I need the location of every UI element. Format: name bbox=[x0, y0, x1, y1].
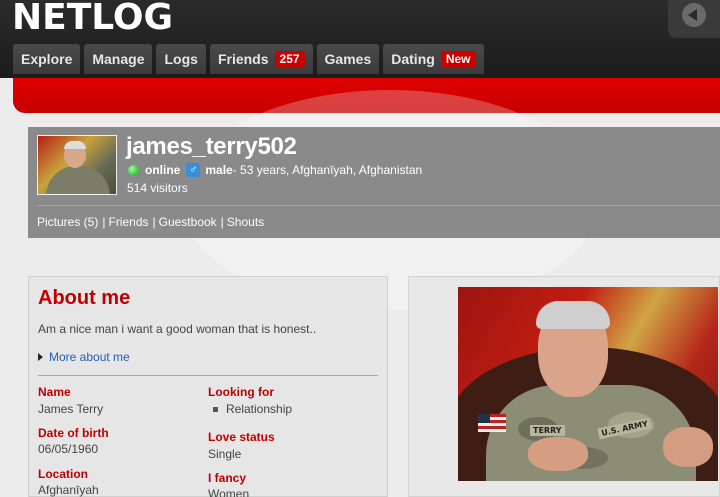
photo-hand bbox=[528, 437, 588, 471]
online-status-icon bbox=[128, 164, 139, 176]
gender-label: male bbox=[205, 163, 233, 177]
divider bbox=[38, 375, 378, 376]
about-me-text: Am a nice man i want a good woman that i… bbox=[38, 322, 317, 336]
link-separator: | bbox=[220, 215, 224, 229]
looking-for-label: Looking for bbox=[208, 385, 274, 399]
friends-link[interactable]: Friends bbox=[108, 215, 148, 229]
name-value: James Terry bbox=[38, 402, 104, 416]
location-label: Location bbox=[38, 467, 88, 481]
nav-tab-label: Friends bbox=[217, 51, 269, 67]
profile-status-line: online ♂ male - 53 years, Afghanīyah, Af… bbox=[128, 163, 422, 177]
fancy-value: Women bbox=[208, 487, 250, 497]
profile-header: james_terry502 online ♂ male - 53 years,… bbox=[28, 127, 720, 238]
more-about-me-link[interactable]: More about me bbox=[38, 350, 130, 364]
dob-label: Date of birth bbox=[38, 426, 109, 440]
divider bbox=[37, 205, 720, 206]
back-button[interactable] bbox=[668, 0, 720, 38]
profile-photo[interactable]: TERRY U.S. ARMY bbox=[458, 287, 718, 481]
shouts-link[interactable]: Shouts bbox=[227, 215, 264, 229]
about-me-panel: About me Am a nice man i want a good wom… bbox=[28, 276, 388, 497]
name-label: Name bbox=[38, 385, 71, 399]
avatar-body bbox=[46, 166, 110, 194]
main-nav: Explore Manage Logs Friends 257 Games Da… bbox=[13, 44, 488, 74]
photo-hand bbox=[663, 427, 713, 467]
link-separator: | bbox=[102, 215, 106, 229]
arrow-left-icon bbox=[682, 3, 706, 27]
online-label: online bbox=[145, 163, 181, 177]
profile-photo-panel: TERRY U.S. ARMY bbox=[408, 276, 720, 497]
location-value: Afghanīyah bbox=[38, 483, 99, 497]
profile-details: - 53 years, Afghanīyah, Afghanistan bbox=[232, 163, 423, 177]
nav-tab-label: Logs bbox=[164, 51, 198, 67]
friends-count-badge: 257 bbox=[274, 51, 305, 67]
looking-for-value: Relationship bbox=[208, 402, 292, 416]
avatar-hair bbox=[64, 141, 86, 149]
dob-value: 06/05/1960 bbox=[38, 442, 99, 456]
triangle-right-icon bbox=[38, 353, 43, 361]
bullet-icon bbox=[213, 406, 218, 412]
nametape-text: TERRY bbox=[530, 425, 565, 436]
nav-tab-label: Dating bbox=[391, 51, 435, 67]
visitor-count: 514 visitors bbox=[127, 181, 188, 195]
fancy-label: I fancy bbox=[208, 471, 247, 485]
nav-tab-manage[interactable]: Manage bbox=[84, 44, 153, 74]
photo-hair bbox=[536, 301, 610, 329]
guestbook-link[interactable]: Guestbook bbox=[159, 215, 217, 229]
love-status-value: Single bbox=[208, 447, 242, 461]
new-badge: New bbox=[440, 51, 476, 67]
love-status-label: Love status bbox=[208, 430, 275, 444]
nav-tab-explore[interactable]: Explore bbox=[13, 44, 81, 74]
male-icon: ♂ bbox=[186, 163, 201, 177]
nav-tab-logs[interactable]: Logs bbox=[156, 44, 206, 74]
netlog-logo[interactable]: NETLOG bbox=[12, 0, 173, 37]
more-about-me-label: More about me bbox=[49, 350, 130, 364]
nav-tab-dating[interactable]: Dating New bbox=[383, 44, 484, 74]
nav-tab-label: Games bbox=[324, 51, 372, 67]
nav-tab-label: Explore bbox=[21, 51, 73, 67]
looking-for-text: Relationship bbox=[226, 402, 293, 416]
profile-username: james_terry502 bbox=[126, 133, 297, 160]
link-separator: | bbox=[152, 215, 156, 229]
profile-links: Pictures (5) | Friends | Guestbook | Sho… bbox=[37, 215, 264, 229]
nav-tab-friends[interactable]: Friends 257 bbox=[209, 44, 313, 74]
nav-tab-games[interactable]: Games bbox=[316, 44, 380, 74]
about-me-title: About me bbox=[38, 287, 131, 309]
nav-tab-label: Manage bbox=[92, 51, 145, 67]
top-bar: NETLOG Explore Manage Logs Friends 257 G… bbox=[0, 0, 720, 78]
flag-patch-icon bbox=[478, 414, 506, 432]
pictures-link[interactable]: Pictures (5) bbox=[37, 215, 98, 229]
avatar[interactable] bbox=[37, 135, 117, 195]
